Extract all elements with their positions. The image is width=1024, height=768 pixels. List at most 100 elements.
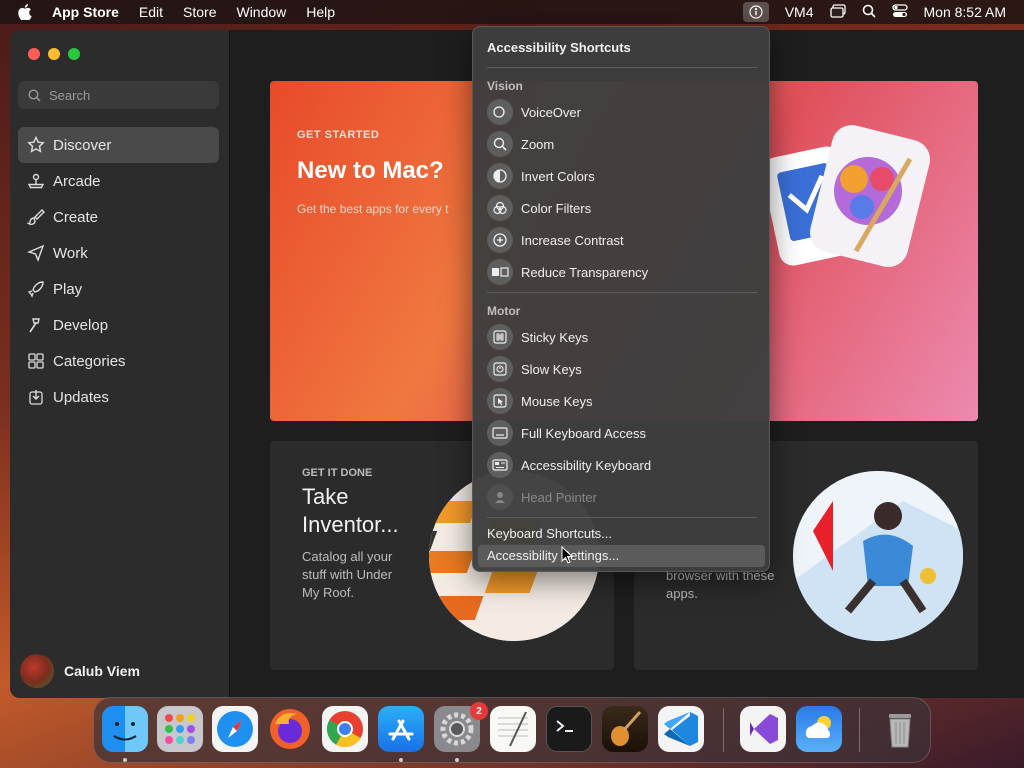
menu-store[interactable]: Store [183, 4, 216, 20]
menu-item-accessibility-settings[interactable]: Accessibility Settings... [487, 548, 619, 563]
menu-item-label: Slow Keys [521, 361, 582, 377]
avatar [20, 654, 54, 688]
menu-item-keyboard-shortcuts[interactable]: Keyboard Shortcuts... [487, 526, 612, 541]
sidebar-item-create[interactable]: Create [18, 199, 219, 235]
hammer-icon [26, 315, 46, 335]
invert-colors-icon [487, 163, 513, 189]
hero-title: New to Mac? [297, 157, 444, 184]
menu-title: Accessibility Shortcuts [487, 40, 631, 55]
window-controls [28, 48, 80, 60]
card-description: Catalog all your stuff with Under My Roo… [302, 549, 393, 600]
garageband-icon[interactable] [602, 706, 648, 752]
menu-item-label: Full Keyboard Access [521, 425, 647, 441]
firefox-icon[interactable] [267, 706, 313, 752]
hero-eyebrow: GET STARTED [297, 129, 380, 141]
menu-clock[interactable]: Mon 8:52 AM [924, 4, 1007, 20]
sidebar-item-updates[interactable]: Updates [18, 379, 219, 415]
sidebar-item-arcade[interactable]: Arcade [18, 163, 219, 199]
menu-item-reduce-transparency[interactable]: Reduce Transparency [487, 259, 648, 285]
hero-subtitle: Get the best apps for every t [297, 202, 449, 216]
running-indicator [123, 758, 127, 762]
user-name: Calub Viem [64, 663, 140, 679]
menu-item-mouse-keys[interactable]: Mouse Keys [487, 388, 593, 414]
safari-icon[interactable] [212, 706, 258, 752]
menu-item-color-filters[interactable]: Color Filters [487, 195, 591, 221]
menu-item-invert-colors[interactable]: Invert Colors [487, 163, 595, 189]
menu-item-accessibility-keyboard[interactable]: Accessibility Keyboard [487, 452, 651, 478]
mouse-cursor-icon [561, 546, 573, 564]
voiceover-icon [487, 99, 513, 125]
sidebar-item-label: Develop [53, 316, 109, 334]
user-account[interactable]: Calub Viem [20, 654, 140, 688]
accessibility-shortcuts-menu: Accessibility Shortcuts Vision VoiceOver… [472, 26, 770, 572]
brush-icon [26, 207, 46, 227]
finder-icon[interactable] [102, 706, 148, 752]
sidebar-item-label: Discover [53, 136, 112, 154]
head-pointer-icon [487, 484, 513, 510]
sidebar-nav: Discover Arcade Create Work Play Develop [18, 127, 219, 415]
menu-item-label: Invert Colors [521, 168, 595, 184]
menu-item-label: Accessibility Keyboard [521, 457, 652, 473]
menu-item-label: Increase Contrast [521, 232, 624, 248]
menu-bar: App Store Edit Store Window Help VM4 Mon… [0, 0, 1024, 24]
menu-edit[interactable]: Edit [139, 4, 163, 20]
sidebar-item-label: Play [53, 280, 83, 298]
sidebar-item-develop[interactable]: Develop [18, 307, 219, 343]
accessibility-keyboard-icon [487, 452, 513, 478]
menu-item-label: Color Filters [521, 200, 592, 216]
menu-separator [487, 67, 757, 68]
menu-item-slow-keys[interactable]: Slow Keys [487, 356, 582, 382]
close-button[interactable] [28, 48, 40, 60]
menu-app-name[interactable]: App Store [52, 4, 119, 20]
dock-separator [723, 708, 724, 752]
status-user[interactable]: VM4 [785, 4, 814, 20]
sidebar-item-work[interactable]: Work [18, 235, 219, 271]
browser-artwork [793, 471, 963, 641]
card-eyebrow: GET IT DONE [302, 467, 373, 479]
joystick-icon [26, 171, 46, 191]
menu-item-voiceover[interactable]: VoiceOver [487, 99, 581, 125]
window-switch-icon[interactable] [829, 3, 846, 21]
menu-item-sticky-keys[interactable]: Sticky Keys [487, 324, 588, 350]
rocket-icon [26, 279, 46, 299]
paper-plane-icon [26, 243, 46, 263]
sidebar-item-label: Updates [53, 388, 109, 406]
accessibility-status-icon[interactable] [742, 2, 769, 22]
section-vision: Vision [487, 79, 523, 93]
menu-item-label: Head Pointer [521, 489, 597, 505]
menu-item-label: Mouse Keys [521, 393, 593, 409]
search-placeholder: Search [49, 87, 91, 103]
sidebar-item-play[interactable]: Play [18, 271, 219, 307]
launchpad-icon[interactable] [157, 706, 203, 752]
app-store-icon[interactable] [378, 706, 424, 752]
sidebar: Search Discover Arcade Create Work Play [10, 30, 230, 698]
menu-item-zoom[interactable]: Zoom [487, 131, 554, 157]
sidebar-item-label: Create [53, 208, 99, 226]
menu-item-label: Zoom [521, 136, 555, 152]
visual-studio-icon[interactable] [740, 706, 786, 752]
sidebar-item-discover[interactable]: Discover [18, 127, 219, 163]
zoom-button[interactable] [68, 48, 80, 60]
menu-help[interactable]: Help [306, 4, 335, 20]
control-center-icon[interactable] [891, 3, 908, 21]
menu-item-full-keyboard-access[interactable]: Full Keyboard Access [487, 420, 646, 446]
menu-item-increase-contrast[interactable]: Increase Contrast [487, 227, 624, 253]
minimize-button[interactable] [48, 48, 60, 60]
menu-item-head-pointer: Head Pointer [487, 484, 597, 510]
keyboard-icon [487, 420, 513, 446]
running-indicator [399, 758, 403, 762]
section-motor: Motor [487, 304, 521, 318]
vscode-icon[interactable] [658, 706, 704, 752]
weather-icon[interactable] [796, 706, 842, 752]
menu-window[interactable]: Window [236, 4, 286, 20]
apple-menu-icon[interactable] [18, 4, 38, 20]
terminal-icon[interactable] [546, 706, 592, 752]
chrome-icon[interactable] [322, 706, 368, 752]
zoom-icon [487, 131, 513, 157]
spotlight-search-icon[interactable] [862, 4, 876, 21]
sidebar-item-categories[interactable]: Categories [18, 343, 219, 379]
trash-icon[interactable] [877, 706, 923, 752]
textedit-icon[interactable] [490, 706, 536, 752]
increase-contrast-icon [487, 227, 513, 253]
search-input[interactable]: Search [18, 81, 219, 109]
